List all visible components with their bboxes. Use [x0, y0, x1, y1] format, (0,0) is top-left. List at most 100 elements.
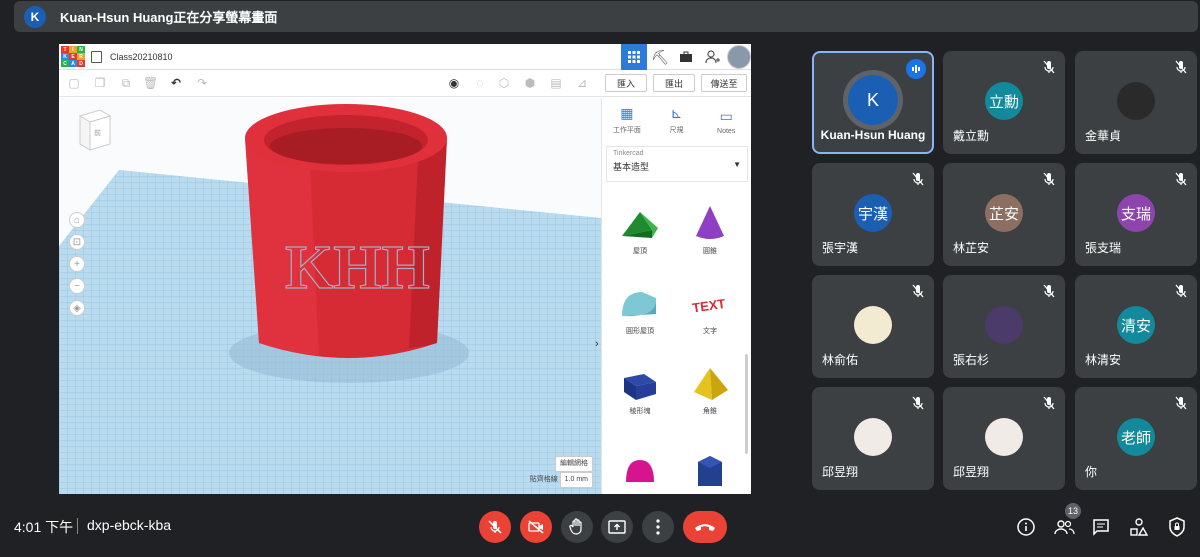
people-icon[interactable]: [1053, 516, 1075, 538]
workplane-label: 工作平面: [612, 127, 641, 134]
align-icon[interactable]: ▤: [549, 76, 563, 90]
zoom-out-icon[interactable]: −: [69, 278, 85, 294]
shape-library-select[interactable]: Tinkercad 基本造型 ▼: [606, 146, 748, 182]
redo-icon[interactable]: ↷: [195, 76, 209, 90]
participant-name: 林俞佑: [822, 353, 859, 367]
edit-grid-button[interactable]: 編輯網格: [555, 456, 593, 472]
meeting-info-icon[interactable]: [1015, 516, 1037, 538]
notes-label: Notes: [717, 128, 736, 135]
participant-avatar: [854, 418, 892, 456]
delete-icon[interactable]: 🗑: [143, 76, 158, 90]
import-button[interactable]: 匯入: [605, 74, 647, 92]
participant-tile[interactable]: 邱昱翔: [943, 387, 1065, 490]
participant-tile[interactable]: 芷安 林芷安: [943, 163, 1065, 266]
meeting-code[interactable]: dxp-ebck-kba: [87, 517, 171, 533]
zoom-in-icon[interactable]: +: [69, 256, 85, 272]
shape-roof[interactable]: 屋頂: [610, 204, 670, 274]
design-name[interactable]: Class20210810: [110, 52, 173, 62]
mic-off-icon: [910, 283, 926, 299]
leave-call-button[interactable]: [683, 511, 727, 543]
participant-tile[interactable]: 老師你: [1075, 387, 1197, 490]
participant-name: 邱昱翔: [953, 465, 990, 479]
send-to-button[interactable]: 傳送至: [701, 74, 747, 92]
activities-icon[interactable]: [1128, 516, 1150, 538]
workplane-tool[interactable]: ▦ 工作平面: [602, 98, 652, 138]
mic-off-icon: [1041, 283, 1057, 299]
tinkercad-logo[interactable]: TIN KER CAD: [61, 46, 85, 68]
participant-avatar: 宇漢: [854, 194, 892, 232]
duplicate-icon[interactable]: ⧉: [119, 76, 133, 90]
fit-view-icon[interactable]: ⊡: [69, 234, 85, 250]
more-options-button[interactable]: [642, 511, 674, 543]
home-view-icon[interactable]: ⌂: [69, 212, 85, 228]
participant-tile[interactable]: 清安 林清安: [1075, 275, 1197, 378]
workplane-grid[interactable]: KHH: [59, 98, 601, 494]
shape-half-sphere[interactable]: [610, 446, 670, 494]
participant-tile[interactable]: 邱昱翔: [812, 387, 934, 490]
mic-off-icon: [910, 395, 926, 411]
shapes-scrollbar[interactable]: [745, 354, 748, 454]
add-user-icon[interactable]: [699, 44, 725, 70]
shape-text[interactable]: TEXT 文字: [680, 284, 740, 354]
copy-icon[interactable]: ❐: [93, 76, 107, 90]
presentation-banner-text: Kuan-Hsun Huang正在分享螢幕畫面: [60, 10, 278, 25]
export-button[interactable]: 匯出: [653, 74, 695, 92]
mirror-icon[interactable]: ⊿: [575, 76, 589, 90]
logo-letter: A: [69, 60, 77, 67]
undo-icon[interactable]: ↶: [169, 76, 183, 90]
participant-tile[interactable]: 立勳 戴立勳: [943, 51, 1065, 154]
comment-icon[interactable]: ◉: [447, 76, 461, 90]
chat-icon[interactable]: [1090, 516, 1112, 538]
briefcase-icon[interactable]: [673, 44, 699, 70]
participant-name: 張宇漢: [822, 241, 859, 255]
participant-tile[interactable]: 林俞佑: [812, 275, 934, 378]
shared-screen: TIN KER CAD Class20210810 ⛏ ▢ ❐ ⧉ 🗑 ↶ ↷ ◉ …: [59, 44, 751, 494]
tinkercad-header: TIN KER CAD Class20210810 ⛏: [59, 44, 751, 70]
design-list-icon[interactable]: [91, 51, 102, 63]
shape-cone[interactable]: 圓錐: [680, 204, 740, 274]
perspective-icon[interactable]: ◈: [69, 300, 85, 316]
present-screen-button[interactable]: [601, 511, 633, 543]
notes-tool[interactable]: ▭ Notes: [701, 98, 751, 138]
participant-tile[interactable]: 金華貞: [1075, 51, 1197, 154]
shape-label: 屋頂: [633, 248, 647, 255]
ungroup-icon[interactable]: ⬢: [523, 76, 537, 90]
mic-off-icon: [1041, 59, 1057, 75]
presenter-avatar: K: [24, 5, 46, 28]
present-icon: [608, 520, 626, 534]
shape-round-roof[interactable]: 圓形屋頂: [610, 284, 670, 354]
snap-grid-select[interactable]: 1.0 mm: [559, 472, 593, 488]
view-cube[interactable]: 前: [74, 108, 114, 154]
shape-polygon[interactable]: [680, 446, 740, 494]
mic-off-icon: [1173, 171, 1189, 187]
participant-name: 邱昱翔: [822, 465, 859, 479]
shape-wedge[interactable]: 稜形塊: [610, 364, 670, 434]
library-source: Tinkercad: [613, 150, 644, 157]
participant-tile[interactable]: K Kuan-Hsun Huang: [812, 51, 934, 154]
participant-avatar: 老師: [1117, 418, 1155, 456]
new-shape-icon[interactable]: ▢: [67, 76, 81, 90]
participant-avatar: [1117, 82, 1155, 120]
ruler-tool[interactable]: ⊾ 尺規: [652, 98, 702, 138]
participant-tile[interactable]: 張右杉: [943, 275, 1065, 378]
lightbulb-icon[interactable]: ◌: [473, 76, 487, 90]
camera-toggle-button[interactable]: [520, 511, 552, 543]
participant-avatar: [854, 306, 892, 344]
3d-view-grid-icon[interactable]: [621, 44, 647, 70]
workplane[interactable]: KHH 前 ⌂ ⊡ + − ◈ 編輯網格 貼齊格線 1.0 mm ›: [59, 98, 601, 494]
microphone-toggle-button[interactable]: [479, 511, 511, 543]
shape-label: 角錐: [703, 408, 717, 415]
logo-letter: C: [61, 60, 69, 67]
group-icon[interactable]: ⬡: [497, 76, 511, 90]
participant-name: 林清安: [1085, 353, 1122, 367]
mic-off-icon: [1173, 395, 1189, 411]
participant-avatar: K: [848, 75, 898, 125]
host-controls-icon[interactable]: [1166, 516, 1188, 538]
shape-pyramid[interactable]: 角錐: [680, 364, 740, 434]
participant-tile[interactable]: 宇漢張宇漢: [812, 163, 934, 266]
user-profile-avatar[interactable]: [727, 45, 751, 69]
snap-grid-label: 貼齊格線: [529, 476, 558, 483]
participant-tile[interactable]: 支瑞 張支瑞: [1075, 163, 1197, 266]
raise-hand-button[interactable]: [561, 511, 593, 543]
pickaxe-icon[interactable]: ⛏: [647, 44, 673, 70]
